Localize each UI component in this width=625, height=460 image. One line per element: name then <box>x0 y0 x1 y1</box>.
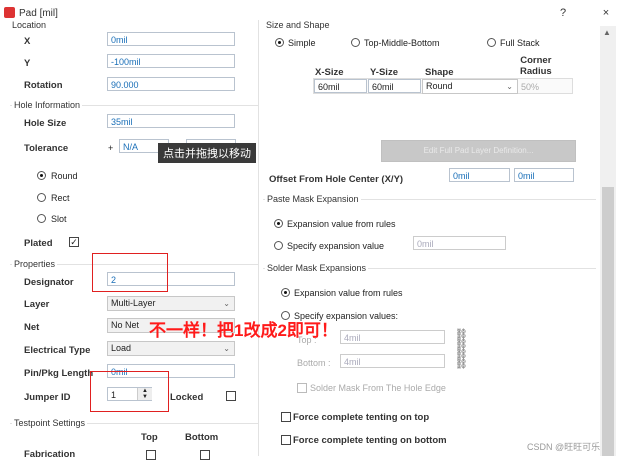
solder-rules-radio[interactable] <box>281 288 290 297</box>
link-chain-icon[interactable]: ⛓ ⛓ ⛓ ⛓ <box>455 330 468 370</box>
row-shape-value: Round <box>426 81 453 91</box>
designator-highlight-box <box>92 253 168 292</box>
plated-checkbox[interactable]: ✓ <box>69 237 79 247</box>
close-button[interactable]: × <box>597 4 615 22</box>
designator-label: Designator <box>24 277 74 288</box>
top-middle-bottom-radio[interactable] <box>351 38 360 47</box>
testpoint-bottom-label: Bottom <box>185 432 219 443</box>
corner-radius-column-header: Corner Radius <box>520 55 552 77</box>
solder-from-hole-label: Solder Mask From The Hole Edge <box>310 383 446 393</box>
tolerance-label: Tolerance <box>24 143 69 154</box>
paste-section-title: Paste Mask Expansion <box>265 194 361 204</box>
offset-label: Offset From Hole Center (X/Y) <box>269 174 404 185</box>
x-label: X <box>24 36 31 47</box>
paste-rules-radio[interactable] <box>274 219 283 228</box>
fabrication-label: Fabrication <box>24 449 76 460</box>
size-shape-section-title: Size and Shape <box>264 20 332 30</box>
net-select-value: No Net <box>111 320 140 330</box>
solder-section-title: Solder Mask Expansions <box>265 263 369 273</box>
testpoint-top-label: Top <box>141 432 158 443</box>
layer-label: Layer <box>24 299 50 310</box>
chevron-down-icon: ⌄ <box>223 344 230 353</box>
jumper-highlight-box <box>90 371 169 412</box>
solder-top-input[interactable]: 4mil <box>340 330 445 344</box>
slot-radio[interactable] <box>37 214 46 223</box>
y-label: Y <box>24 58 31 69</box>
top-middle-bottom-label: Top-Middle-Bottom <box>364 38 440 48</box>
paste-rules-label: Expansion value from rules <box>287 219 396 229</box>
scrollbar-thumb[interactable] <box>602 187 614 456</box>
simple-radio[interactable] <box>275 38 284 47</box>
rotation-label: Rotation <box>24 80 63 91</box>
layer-select[interactable]: Multi-Layer ⌄ <box>107 296 235 311</box>
ysize-column-header: Y-Size <box>370 67 398 78</box>
drag-tooltip: 点击并拖拽以移动 <box>158 143 256 163</box>
location-section-title: Location <box>10 20 49 30</box>
y-input[interactable]: -100mil <box>107 54 235 68</box>
edit-full-pad-layer-button[interactable]: Edit Full Pad Layer Definition... <box>381 140 576 162</box>
offset-x-input[interactable]: 0mil <box>449 168 510 182</box>
plated-label: Plated <box>24 238 53 249</box>
window-title: Pad [mil] <box>19 8 58 19</box>
solder-rules-label: Expansion value from rules <box>294 288 403 298</box>
help-button[interactable]: ? <box>554 4 572 22</box>
electrical-type-select[interactable]: Load ⌄ <box>107 341 235 356</box>
row-ysize-input[interactable]: 60mil <box>368 79 421 93</box>
chevron-down-icon: ⌄ <box>506 82 513 91</box>
shape-column-header: Shape <box>425 67 454 78</box>
full-stack-label: Full Stack <box>500 38 540 48</box>
paste-specify-label: Specify expansion value <box>287 241 385 251</box>
annotation-text: 不一样！把1改成2即可！ <box>149 321 338 340</box>
x-input[interactable]: 0mil <box>107 32 235 46</box>
locked-checkbox[interactable] <box>226 391 236 401</box>
app-icon <box>4 7 15 18</box>
simple-label: Simple <box>288 38 316 48</box>
slot-label: Slot <box>51 214 67 224</box>
xsize-column-header: X-Size <box>315 67 344 78</box>
properties-section-title: Properties <box>12 259 58 269</box>
fabrication-top-checkbox[interactable] <box>146 450 156 460</box>
solder-bottom-input[interactable]: 4mil <box>340 354 445 368</box>
round-label: Round <box>51 171 78 181</box>
row-corner-value: 50% <box>521 82 540 92</box>
row-shape-select[interactable]: Round ⌄ <box>422 79 518 94</box>
chevron-down-icon: ⌄ <box>223 299 230 308</box>
fabrication-bottom-checkbox[interactable] <box>200 450 210 460</box>
pin-pkg-length-label: Pin/Pkg Length <box>24 368 94 379</box>
hole-section-title: Hole Information <box>12 100 83 110</box>
hole-size-label: Hole Size <box>24 118 67 129</box>
tent-bottom-checkbox[interactable] <box>281 435 291 445</box>
tolerance-plus-sign: + <box>108 143 114 153</box>
testpoint-section-title: Testpoint Settings <box>12 418 88 428</box>
jumper-id-label: Jumper ID <box>24 392 71 403</box>
tent-bottom-label: Force complete tenting on bottom <box>293 435 447 446</box>
rect-radio[interactable] <box>37 193 46 202</box>
tent-top-label: Force complete tenting on top <box>293 412 430 423</box>
watermark-text: CSDN @旺旺可乐 <box>527 442 601 452</box>
scroll-up-icon[interactable]: ▲ <box>603 28 611 37</box>
column-divider <box>258 20 259 456</box>
round-radio[interactable] <box>37 171 46 180</box>
solder-from-hole-checkbox[interactable] <box>297 383 307 393</box>
net-label: Net <box>24 322 40 333</box>
row-xsize-input[interactable]: 60mil <box>314 79 367 93</box>
rect-label: Rect <box>51 193 70 203</box>
paste-specify-radio[interactable] <box>274 241 283 250</box>
tent-top-checkbox[interactable] <box>281 412 291 422</box>
solder-bottom-label: Bottom : <box>297 358 331 368</box>
layer-select-value: Multi-Layer <box>111 298 156 308</box>
electrical-type-value: Load <box>111 343 132 353</box>
locked-label: Locked <box>170 392 204 403</box>
rotation-input[interactable]: 90.000 <box>107 77 235 91</box>
full-stack-radio[interactable] <box>487 38 496 47</box>
electrical-type-label: Electrical Type <box>24 345 91 356</box>
paste-specify-input[interactable]: 0mil <box>413 236 506 250</box>
hole-size-input[interactable]: 35mil <box>107 114 235 128</box>
offset-y-input[interactable]: 0mil <box>514 168 574 182</box>
